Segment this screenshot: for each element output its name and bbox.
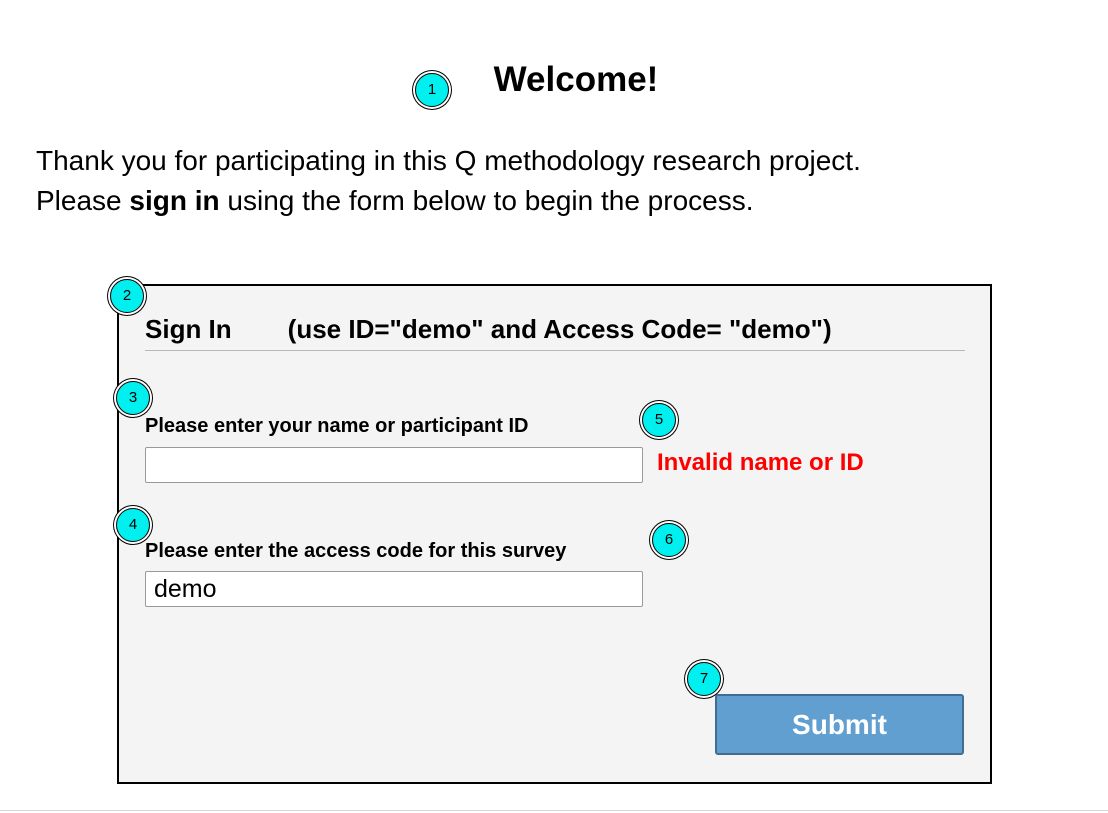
signin-hint: (use ID="demo" and Access Code= "demo") bbox=[287, 314, 832, 344]
submit-button[interactable]: Submit bbox=[715, 694, 964, 755]
access-code-input[interactable] bbox=[145, 571, 643, 607]
intro-line-1: Thank you for participating in this Q me… bbox=[36, 145, 861, 176]
access-code-label: Please enter the access code for this su… bbox=[145, 540, 567, 562]
intro-text: Thank you for participating in this Q me… bbox=[36, 141, 1076, 221]
signin-panel: Sign In (use ID="demo" and Access Code= "… bbox=[117, 284, 992, 784]
annotation-marker-6: 6 bbox=[652, 523, 686, 557]
intro-line-2-end: using the form below to begin the proces… bbox=[219, 185, 754, 216]
bottom-divider bbox=[0, 810, 1108, 811]
signin-title: Sign In bbox=[145, 314, 232, 344]
annotation-marker-2: 2 bbox=[110, 279, 144, 313]
name-field-label: Please enter your name or participant ID bbox=[145, 415, 529, 437]
annotation-marker-4: 4 bbox=[116, 508, 150, 542]
intro-line-2-start: Please bbox=[36, 185, 130, 216]
name-input[interactable] bbox=[145, 447, 643, 483]
annotation-marker-1: 1 bbox=[415, 73, 449, 107]
name-error-message: Invalid name or ID bbox=[657, 449, 864, 476]
signin-header: Sign In (use ID="demo" and Access Code= "… bbox=[145, 312, 965, 351]
annotation-marker-3: 3 bbox=[116, 381, 150, 415]
annotation-marker-5: 5 bbox=[642, 403, 676, 437]
intro-line-2-emphasis: sign in bbox=[129, 185, 220, 216]
page-title: Welcome! bbox=[493, 60, 659, 99]
annotation-marker-7: 7 bbox=[687, 662, 721, 696]
